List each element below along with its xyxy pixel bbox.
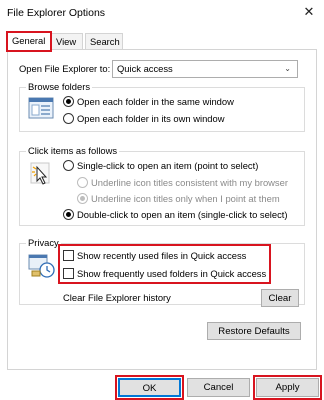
close-icon[interactable]: ✕	[300, 3, 318, 21]
tab-search-label: Search	[90, 36, 120, 47]
frequent-folders-checkbox[interactable]	[63, 268, 74, 279]
browse-folders-group	[19, 87, 305, 132]
privacy-title: Privacy	[26, 237, 61, 248]
same-window-radio[interactable]	[63, 96, 74, 107]
cursor-click-icon	[29, 161, 55, 189]
double-click-label: Double-click to open an item (single-cli…	[77, 209, 288, 220]
open-explorer-value: Quick access	[117, 63, 173, 74]
underline-point-radio[interactable]	[77, 193, 88, 204]
ok-button[interactable]: OK	[118, 378, 181, 397]
title-bar: File Explorer Options ✕	[0, 0, 324, 26]
privacy-history-icon	[27, 251, 57, 279]
open-explorer-select[interactable]: Quick access ⌄	[112, 60, 298, 78]
window-title: File Explorer Options	[7, 7, 106, 19]
browse-folders-icon	[28, 97, 55, 121]
recent-files-label: Show recently used files in Quick access	[77, 250, 247, 261]
double-click-radio[interactable]	[63, 209, 74, 220]
tab-general-label: General	[12, 35, 46, 46]
chevron-down-icon: ⌄	[284, 64, 291, 73]
own-window-label: Open each folder in its own window	[77, 113, 225, 124]
cancel-button[interactable]: Cancel	[187, 378, 250, 397]
click-items-title: Click items as follows	[26, 145, 120, 156]
apply-button[interactable]: Apply	[256, 378, 319, 397]
underline-point-label: Underline icon titles only when I point …	[91, 193, 280, 204]
clear-button[interactable]: Clear	[261, 289, 299, 307]
tab-view-label: View	[56, 36, 77, 47]
single-click-radio[interactable]	[63, 160, 74, 171]
tab-view[interactable]: View	[51, 33, 83, 50]
recent-files-checkbox[interactable]	[63, 250, 74, 261]
open-explorer-label: Open File Explorer to:	[19, 63, 111, 74]
file-explorer-options-dialog: File Explorer Options ✕ General View Sea…	[0, 0, 324, 400]
browse-folders-title: Browse folders	[26, 81, 93, 92]
clear-history-label: Clear File Explorer history	[63, 292, 171, 303]
underline-browser-label: Underline icon titles consistent with my…	[91, 177, 288, 188]
same-window-label: Open each folder in the same window	[77, 96, 234, 107]
frequent-folders-label: Show frequently used folders in Quick ac…	[77, 268, 267, 279]
tab-search[interactable]: Search	[85, 33, 123, 50]
tab-general[interactable]: General	[6, 31, 52, 52]
own-window-radio[interactable]	[63, 113, 74, 124]
single-click-label: Single-click to open an item (point to s…	[77, 160, 259, 171]
underline-browser-radio[interactable]	[77, 177, 88, 188]
restore-defaults-button[interactable]: Restore Defaults	[207, 322, 301, 340]
